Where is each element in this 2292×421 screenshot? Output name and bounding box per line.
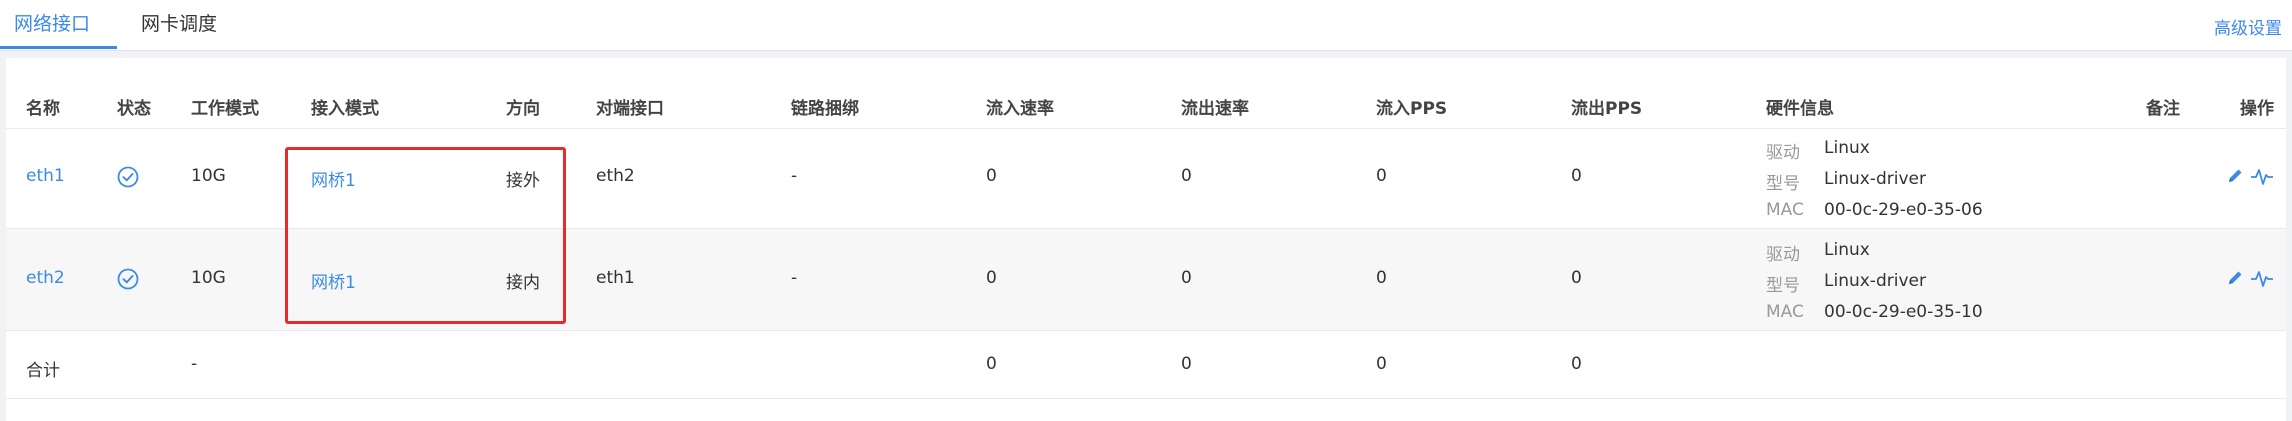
hw-model-label: 型号 [1766,174,1800,194]
tab-network-interface[interactable]: 网络接口 [14,0,90,50]
hw-driver-label: 驱动 [1766,143,1800,163]
hw-model-value: Linux-driver [1824,169,1926,189]
pulse-icon[interactable] [2250,165,2274,187]
out-pps: 0 [1571,268,1582,288]
hw-mac-label: MAC [1766,302,1804,322]
pulse-icon[interactable] [2250,267,2274,289]
header-work-mode: 工作模式 [191,99,259,119]
hw-model-label: 型号 [1766,276,1800,296]
out-rate: 0 [1181,268,1192,288]
hw-mac-label: MAC [1766,200,1804,220]
top-tab-bar: 网络接口 网卡调度 高级设置 [0,0,2292,51]
total-out-rate: 0 [1181,354,1192,374]
header-out-rate: 流出速率 [1181,99,1249,119]
peer-interface: eth1 [596,268,635,288]
total-label: 合计 [26,361,60,381]
total-work-mode: - [191,354,198,374]
total-in-pps: 0 [1376,354,1387,374]
advanced-settings-link[interactable]: 高级设置 [2214,14,2282,39]
total-in-rate: 0 [986,354,997,374]
header-in-rate: 流入速率 [986,99,1054,119]
header-in-pps: 流入PPS [1376,99,1448,119]
header-hardware-info: 硬件信息 [1766,99,1834,119]
check-circle-icon [117,268,139,290]
header-out-pps: 流出PPS [1571,99,1643,119]
out-rate: 0 [1181,166,1192,186]
row-divider [6,330,2286,331]
work-mode: 10G [191,166,226,186]
header-name: 名称 [26,99,60,119]
header-peer-interface: 对端接口 [596,99,664,119]
in-rate: 0 [986,268,997,288]
in-rate: 0 [986,166,997,186]
header-link-bond: 链路捆绑 [791,99,859,119]
pencil-icon[interactable] [2226,167,2244,185]
hw-mac-value: 00-0c-29-e0-35-10 [1824,302,1983,322]
peer-interface: eth2 [596,166,635,186]
link-bond: - [791,166,798,186]
header-status: 状态 [117,99,151,119]
in-pps: 0 [1376,268,1387,288]
header-direction: 方向 [506,99,540,119]
hw-driver-value: Linux [1824,240,1870,260]
hw-mac-value: 00-0c-29-e0-35-06 [1824,200,1983,220]
work-mode: 10G [191,268,226,288]
highlight-annotation-box [285,147,566,324]
out-pps: 0 [1571,166,1582,186]
active-tab-indicator [0,46,117,49]
link-bond: - [791,268,798,288]
interface-name-link[interactable]: eth2 [26,268,65,288]
hw-driver-value: Linux [1824,138,1870,158]
hw-driver-label: 驱动 [1766,245,1800,265]
check-circle-icon [117,166,139,188]
row-divider [6,398,2286,399]
hw-model-value: Linux-driver [1824,271,1926,291]
total-out-pps: 0 [1571,354,1582,374]
header-divider [6,128,2286,129]
pencil-icon[interactable] [2226,269,2244,287]
header-action: 操作 [2240,99,2274,119]
header-remark: 备注 [2146,99,2180,119]
in-pps: 0 [1376,166,1387,186]
header-access-mode: 接入模式 [311,99,379,119]
interface-name-link[interactable]: eth1 [26,166,65,186]
tab-nic-scheduling[interactable]: 网卡调度 [141,0,217,50]
